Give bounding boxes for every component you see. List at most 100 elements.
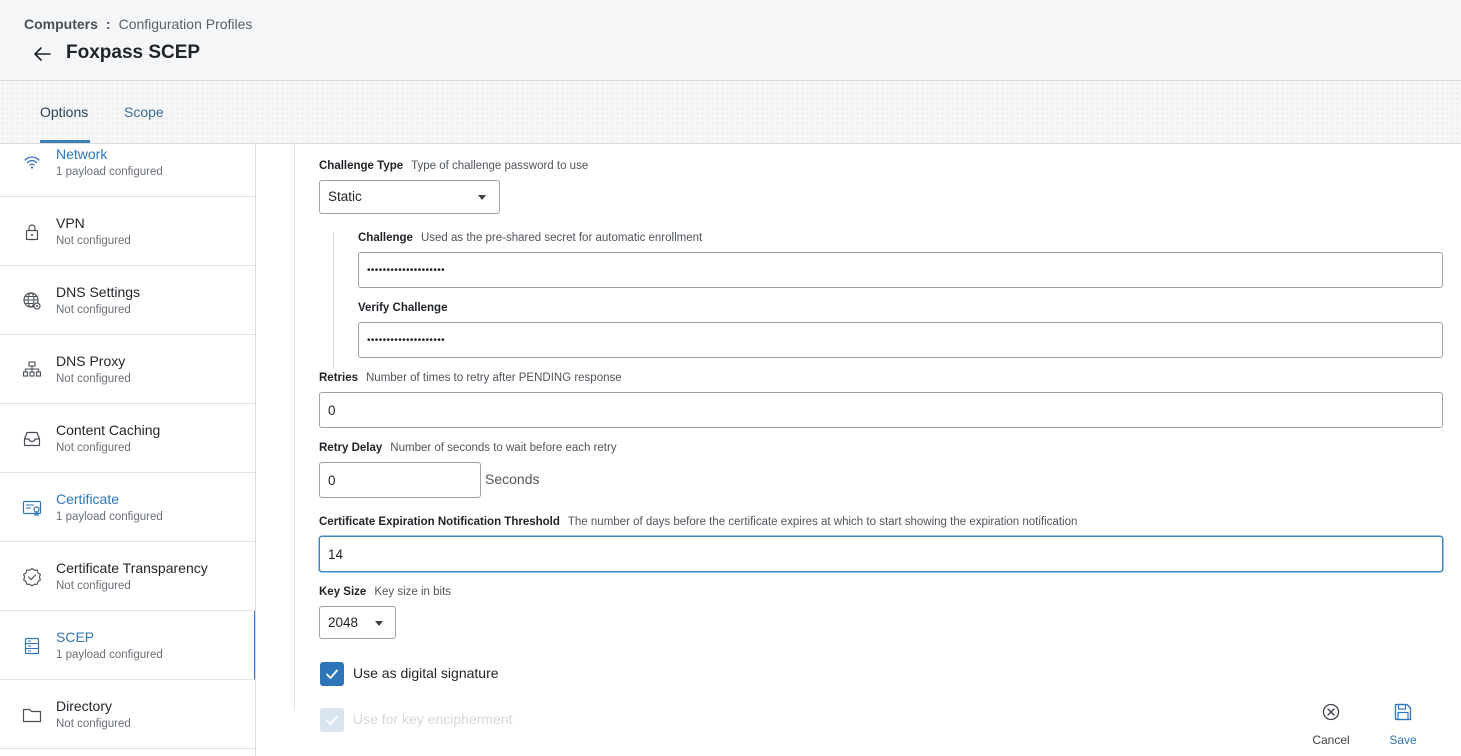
sidebar-item-status: 1 payload configured bbox=[56, 511, 163, 523]
field-help: Number of times to retry after PENDING r… bbox=[366, 372, 622, 384]
sidebar-item-vpn[interactable]: VPN Not configured bbox=[0, 197, 255, 266]
active-tab-indicator bbox=[40, 140, 90, 143]
field-title: Certificate Expiration Notification Thre… bbox=[319, 516, 560, 528]
select-value: 2048 bbox=[328, 615, 359, 630]
sidebar-item-network[interactable]: Network 1 payload configured bbox=[0, 144, 255, 197]
sidebar-item-label: Directory bbox=[56, 698, 113, 714]
sidebar-item-status: Not configured bbox=[56, 235, 131, 247]
field-title: Retry Delay bbox=[319, 442, 383, 454]
field-title: Retries bbox=[319, 372, 358, 384]
sidebar-item-label: Certificate Transparency bbox=[56, 560, 208, 576]
field-title: Challenge bbox=[358, 232, 413, 244]
server-list-icon bbox=[22, 636, 42, 656]
sidebar-item-status: Not configured bbox=[56, 442, 131, 454]
certificate-icon bbox=[22, 498, 42, 518]
folder-icon bbox=[22, 705, 42, 725]
input-value: 0 bbox=[328, 403, 336, 418]
field-help: The number of days before the certificat… bbox=[567, 516, 1078, 528]
sidebar-item-certificate[interactable]: Certificate 1 payload configured bbox=[0, 473, 255, 542]
tab-scope[interactable]: Scope bbox=[124, 104, 164, 120]
breadcrumb-computers[interactable]: Computers bbox=[24, 16, 98, 32]
scep-settings-form: Challenge Type Type of challenge password… bbox=[256, 144, 1461, 756]
save-button[interactable]: Save bbox=[1378, 698, 1428, 748]
input-value: 14 bbox=[328, 547, 344, 562]
key-encipherment-label: Use for key encipherment bbox=[353, 711, 513, 727]
masked-value: •••••••••••••••••••• bbox=[367, 265, 446, 276]
sidebar-item-status: 1 payload configured bbox=[56, 649, 163, 661]
sidebar-item-certificate-transparency[interactable]: Certificate Transparency Not configured bbox=[0, 542, 255, 611]
retries-input[interactable]: 0 bbox=[319, 392, 1443, 428]
sidebar-item-label: Certificate bbox=[56, 491, 120, 507]
sidebar-item-label: VPN bbox=[56, 215, 85, 231]
back-arrow-icon[interactable] bbox=[30, 42, 54, 66]
page-header: Computers: Configuration Profiles Foxpass… bbox=[0, 0, 1461, 81]
digital-signature-checkbox[interactable] bbox=[320, 662, 344, 686]
sidebar-item-status: 1 payload configured bbox=[56, 166, 163, 178]
floppy-disk-icon bbox=[1394, 703, 1412, 721]
section-divider bbox=[294, 144, 295, 709]
close-circle-icon bbox=[1322, 703, 1340, 721]
page-title: Foxpass SCEP bbox=[66, 42, 201, 63]
checkmark-icon bbox=[326, 715, 338, 725]
digital-signature-label: Use as digital signature bbox=[353, 665, 499, 681]
breadcrumb-separator: : bbox=[105, 16, 111, 32]
breadcrumb-configuration-profiles[interactable]: Configuration Profiles bbox=[119, 16, 253, 32]
breadcrumb: Computers: Configuration Profiles bbox=[24, 16, 252, 32]
sidebar-item-label: DNS Settings bbox=[56, 284, 141, 300]
checkmark-icon bbox=[326, 669, 338, 679]
network-hierarchy-icon bbox=[22, 360, 42, 380]
masked-value: •••••••••••••••••••• bbox=[367, 335, 446, 346]
retries-label: Retries Number of times to retry after PE… bbox=[319, 372, 622, 384]
key-encipherment-checkbox[interactable] bbox=[320, 708, 344, 732]
field-help: Type of challenge password to use bbox=[411, 160, 589, 172]
save-label: Save bbox=[1389, 733, 1417, 747]
verify-challenge-label: Verify Challenge bbox=[358, 302, 455, 314]
input-value: 0 bbox=[328, 473, 336, 488]
check-badge-icon bbox=[22, 567, 42, 587]
sidebar-item-scep[interactable]: SCEP 1 payload configured bbox=[0, 611, 255, 680]
cancel-button[interactable]: Cancel bbox=[1306, 698, 1356, 748]
sidebar-item-label: DNS Proxy bbox=[56, 353, 126, 369]
field-help: Used as the pre-shared secret for automa… bbox=[420, 232, 703, 244]
retry-delay-label: Retry Delay Number of seconds to wait bef… bbox=[319, 442, 617, 454]
verify-challenge-input[interactable]: •••••••••••••••••••• bbox=[358, 322, 1443, 358]
field-title: Verify Challenge bbox=[358, 302, 448, 314]
key-size-select[interactable]: 2048 bbox=[319, 606, 396, 639]
retry-delay-unit: Seconds bbox=[485, 471, 540, 487]
globe-gear-icon bbox=[22, 291, 42, 311]
cancel-label: Cancel bbox=[1312, 733, 1350, 747]
sidebar-item-status: Not configured bbox=[56, 304, 131, 316]
select-value: Static bbox=[328, 189, 362, 204]
sidebar-item-dns-settings[interactable]: DNS Settings Not configured bbox=[0, 266, 255, 335]
nested-section-line bbox=[333, 232, 334, 368]
lock-icon bbox=[22, 222, 42, 242]
challenge-password-input[interactable]: •••••••••••••••••••• bbox=[358, 252, 1443, 288]
challenge-type-label: Challenge Type Type of challenge password… bbox=[319, 160, 588, 172]
field-title: Challenge Type bbox=[319, 160, 404, 172]
sidebar-item-status: Not configured bbox=[56, 718, 131, 730]
wifi-icon bbox=[22, 152, 42, 172]
chevron-down-icon bbox=[478, 195, 486, 200]
sidebar-item-dns-proxy[interactable]: DNS Proxy Not configured bbox=[0, 335, 255, 404]
sidebar-item-content-caching[interactable]: Content Caching Not configured bbox=[0, 404, 255, 473]
sidebar-item-label: Content Caching bbox=[56, 422, 161, 438]
tab-options[interactable]: Options bbox=[40, 104, 88, 120]
key-size-label: Key Size Key size in bits bbox=[319, 586, 451, 598]
field-title: Key Size bbox=[319, 586, 367, 598]
sidebar-item-label: SCEP bbox=[56, 629, 95, 645]
expiration-threshold-label: Certificate Expiration Notification Thre… bbox=[319, 516, 1077, 528]
challenge-label: Challenge Used as the pre-shared secret f… bbox=[358, 232, 702, 244]
sidebar-item-label: Network bbox=[56, 146, 108, 162]
tab-bar: Options Scope bbox=[0, 81, 1461, 144]
payload-sidebar: Network 1 payload configured VPN Not con… bbox=[0, 144, 256, 756]
sidebar-item-directory[interactable]: Directory Not configured bbox=[0, 680, 255, 749]
challenge-type-select[interactable]: Static bbox=[319, 180, 500, 214]
field-help: Key size in bits bbox=[374, 586, 452, 598]
retry-delay-input[interactable]: 0 bbox=[319, 462, 481, 498]
inbox-tray-icon bbox=[22, 429, 42, 449]
sidebar-item-status: Not configured bbox=[56, 580, 131, 592]
expiration-threshold-input[interactable]: 14 bbox=[319, 536, 1443, 572]
field-help: Number of seconds to wait before each re… bbox=[390, 442, 617, 454]
chevron-down-icon bbox=[375, 621, 383, 626]
sidebar-item-status: Not configured bbox=[56, 373, 131, 385]
